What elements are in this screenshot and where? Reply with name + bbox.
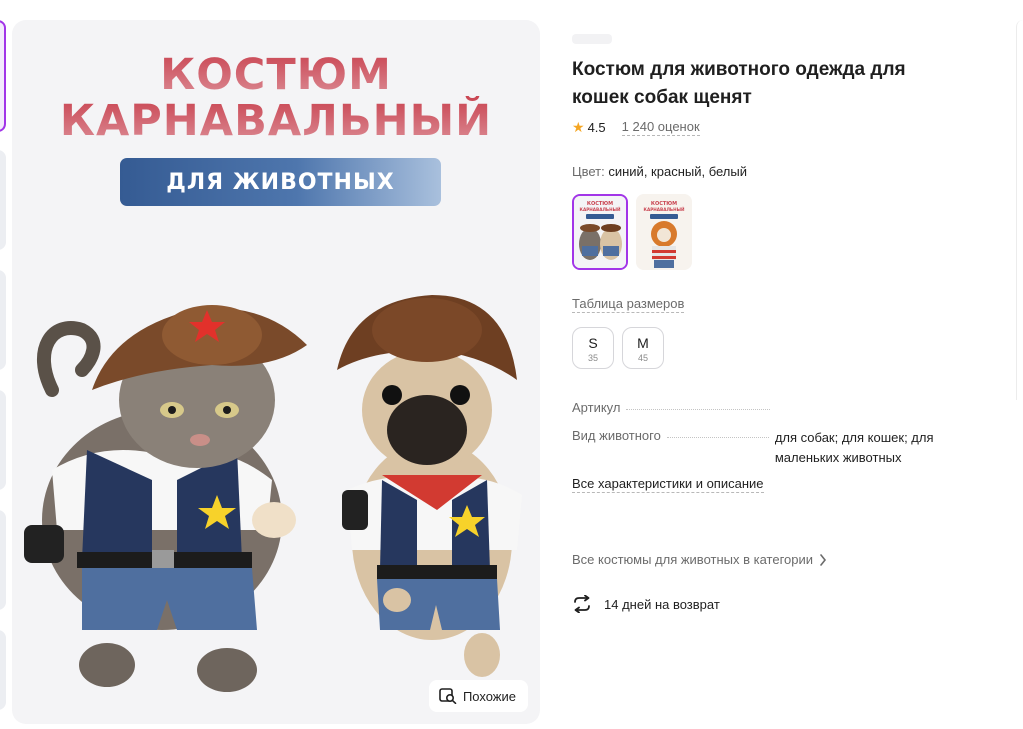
similar-products-label: Похожие <box>462 688 516 704</box>
reviews-link[interactable]: 1 240 оценок <box>621 119 700 136</box>
return-policy: 14 дней на возврат <box>572 595 720 613</box>
size-option-m[interactable]: M 45 <box>622 327 664 369</box>
thumbnail-active[interactable] <box>0 20 6 132</box>
size-label: M <box>637 335 649 351</box>
attribute-leader-dots <box>626 400 771 410</box>
product-title: Костюм для животного одежда для кошек со… <box>572 59 906 108</box>
category-link-label: Все костюмы для животных в категории <box>572 552 814 567</box>
banner-title-line2: КАРНАВАЛЬНЫЙ <box>12 96 540 146</box>
attribute-row-article: Артикул <box>572 400 972 415</box>
banner-pill: ДЛЯ ЖИВОТНЫХ <box>120 158 441 206</box>
size-label: S <box>588 335 598 351</box>
attribute-row-animal-type: Вид животного для собак; для кошек; для … <box>572 428 972 468</box>
thumbnail[interactable] <box>0 510 6 610</box>
side-panel-edge <box>1016 20 1023 400</box>
swatch-text-line2: КАРНАВАЛЬНЫЙ <box>580 207 621 212</box>
thumbnail-strip[interactable] <box>0 20 6 710</box>
return-arrows-icon <box>574 595 590 613</box>
attribute-name: Вид животного <box>572 428 661 443</box>
size-option-s[interactable]: S 35 <box>572 327 614 369</box>
size-table-link[interactable]: Таблица размеров <box>572 296 685 313</box>
brand-placeholder <box>572 34 612 44</box>
attribute-name: Артикул <box>572 400 621 415</box>
thumbnail[interactable] <box>0 630 6 710</box>
return-policy-label: 14 дней на возврат <box>604 596 720 612</box>
thumbnail[interactable] <box>0 150 6 250</box>
attribute-leader-dots <box>666 428 769 438</box>
swatch-image-cat-pug: КОСТЮМ КАРНАВАЛЬНЫЙ <box>574 196 626 268</box>
thumbnail[interactable] <box>0 270 6 370</box>
cat-and-pug-costume-illustration <box>24 295 522 692</box>
size-sub-label: 35 <box>587 353 598 363</box>
color-swatch[interactable]: КОСТЮМ КАРНАВАЛЬНЫЙ <box>636 194 692 270</box>
product-main-image[interactable]: КОСТЮМ КАРНАВАЛЬНЫЙ ДЛЯ ЖИВОТНЫХ Похожие <box>12 20 540 724</box>
color-value: синий, красный, белый <box>608 164 747 179</box>
chevron-right-icon <box>820 553 827 566</box>
all-characteristics-link[interactable]: Все характеристики и описание <box>572 476 764 493</box>
image-search-icon <box>439 688 457 704</box>
banner-title-line1: КОСТЮМ <box>12 50 540 100</box>
size-sub-label: 45 <box>637 353 648 363</box>
color-swatch-selected[interactable]: КОСТЮМ КАРНАВАЛЬНЫЙ <box>572 194 628 270</box>
thumbnail[interactable] <box>0 390 6 490</box>
rating-row: ★ 4.5 1 240 оценок <box>572 119 700 136</box>
swatch-image-dog-lion: КОСТЮМ КАРНАВАЛЬНЫЙ <box>636 194 692 270</box>
color-row: Цвет: синий, красный, белый <box>572 164 747 179</box>
similar-products-button[interactable]: Похожие <box>428 680 528 712</box>
color-label: Цвет: <box>572 164 609 179</box>
category-link[interactable]: Все костюмы для животных в категории <box>572 552 827 567</box>
rating-value: 4.5 <box>587 120 606 135</box>
star-icon: ★ <box>572 119 585 135</box>
attribute-value: для собак; для кошек; для маленьких живо… <box>774 430 934 465</box>
swatch-text-line2: КАРНАВАЛЬНЫЙ <box>644 207 685 212</box>
